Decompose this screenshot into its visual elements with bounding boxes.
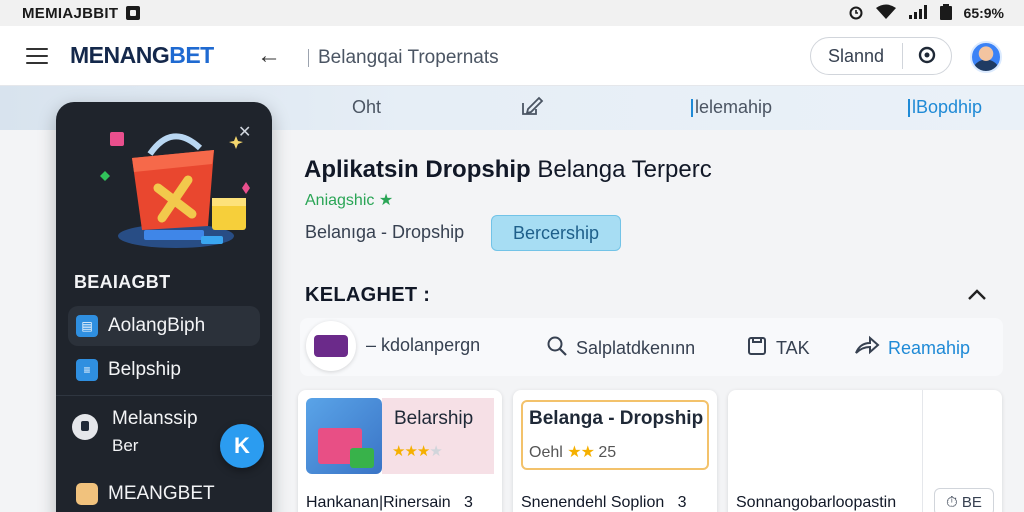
brand-logo[interactable]: MENANGBET	[70, 42, 214, 69]
card-footer: Snenendehl Soplion 3	[521, 494, 687, 511]
tab-lbopdhip[interactable]: lBopdhip	[907, 97, 982, 118]
cta-button[interactable]: Bercership	[491, 215, 621, 251]
rating-stars: ★★★★	[392, 443, 443, 460]
card-title: Belanga - Dropship	[529, 408, 704, 429]
action-search[interactable]: Salplatdkenınn	[546, 335, 695, 362]
bag-icon	[76, 483, 98, 505]
main-heading: Aplikatsin Dropship Belanga Terperc	[304, 156, 712, 183]
pill-action-icon[interactable]	[903, 46, 951, 67]
drawer-item-belpship[interactable]: ≡ Belpship	[68, 350, 260, 390]
app-notification-icon	[126, 6, 141, 20]
card-title: Belarship	[394, 408, 474, 429]
wifi-icon	[875, 4, 896, 23]
card-footer: Hankanan|Rinersain 3	[306, 494, 473, 511]
search-pill-label[interactable]: Slannd	[811, 46, 902, 67]
status-bar: MEMIAJBBIT 65:9%	[0, 0, 1024, 26]
menu-icon[interactable]	[26, 48, 48, 64]
timer-chip[interactable]: ⏱ BE	[934, 488, 994, 512]
share-icon	[854, 335, 880, 362]
battery-percent: 65:9%	[963, 5, 1004, 21]
page-title: Belangqai Tropernats	[308, 47, 499, 69]
product-card[interactable]: Belanga - Dropship Oehl ★★ 25 Snenendehl…	[513, 390, 717, 512]
drawer-item-label: MEANGBET	[108, 483, 215, 504]
action-kdolanpergn[interactable]: – kdolanpergn	[366, 335, 480, 356]
drawer-item-label: AolangBiph	[108, 315, 206, 336]
drawer-item-melanssip[interactable]: Melanssip Ber	[70, 408, 220, 456]
list-icon: ≡	[76, 359, 98, 381]
back-arrow-icon[interactable]: ←	[257, 42, 281, 70]
action-bar: – kdolanpergn Salplatdkenınn TAK Reamahi…	[300, 318, 1003, 376]
action-reamahip[interactable]: Reamahip	[854, 335, 970, 362]
card-footer: Sonnangobarloopastin	[736, 494, 897, 511]
breadcrumb: Belanıga - Dropship	[305, 222, 465, 242]
avatar[interactable]	[970, 41, 1002, 73]
drawer-item-aolangbiph[interactable]: ▤ AolangBiph	[68, 306, 260, 346]
store-icon: ▤	[76, 315, 98, 337]
card-rating: ★★★★	[392, 442, 443, 460]
drawer-divider	[56, 395, 272, 396]
alarm-icon	[848, 4, 864, 23]
tag-icon	[746, 335, 768, 362]
tab-oht[interactable]: Oht	[352, 97, 381, 118]
action-tak[interactable]: TAK	[746, 335, 810, 362]
section-heading: KELAGHET :	[305, 284, 431, 306]
product-thumbnail	[306, 398, 382, 474]
product-card[interactable]: Sonnangobarloopastin ⏱ BE	[728, 390, 1002, 512]
battery-icon	[939, 3, 952, 23]
side-drawer: ✕ BEAIAGBT ▤ AolangBiph ≡ Belpship Melan…	[56, 102, 272, 512]
shopping-basket-illustration	[96, 118, 256, 258]
logo-badge-icon[interactable]	[306, 321, 356, 371]
rating-stars: ★★	[567, 444, 595, 461]
drawer-title: BEAIAGBT	[74, 272, 171, 292]
product-card[interactable]: Belarship ★★★★ Hankanan|Rinersain 3	[298, 390, 502, 512]
search-icon	[546, 335, 568, 362]
floating-action-button[interactable]: K	[220, 424, 264, 468]
card-rating: Oehl ★★ 25	[529, 444, 617, 461]
chevron-up-icon[interactable]	[966, 284, 988, 307]
drawer-item-label: Belpship	[108, 359, 181, 380]
tab-lelemahip[interactable]: lelemahip	[690, 97, 772, 118]
drawer-item-meangbet[interactable]: MEANGBET	[68, 474, 260, 512]
app-bar: MENANGBET ← Belangqai Tropernats Slannd	[0, 26, 1024, 86]
main-subtitle: Aniagshic ★	[305, 192, 394, 209]
tab-edit-icon[interactable]	[520, 95, 544, 123]
carrier-label: MEMIAJBBIT	[22, 4, 119, 22]
signal-icon	[908, 4, 928, 23]
search-pill[interactable]: Slannd	[810, 37, 952, 75]
